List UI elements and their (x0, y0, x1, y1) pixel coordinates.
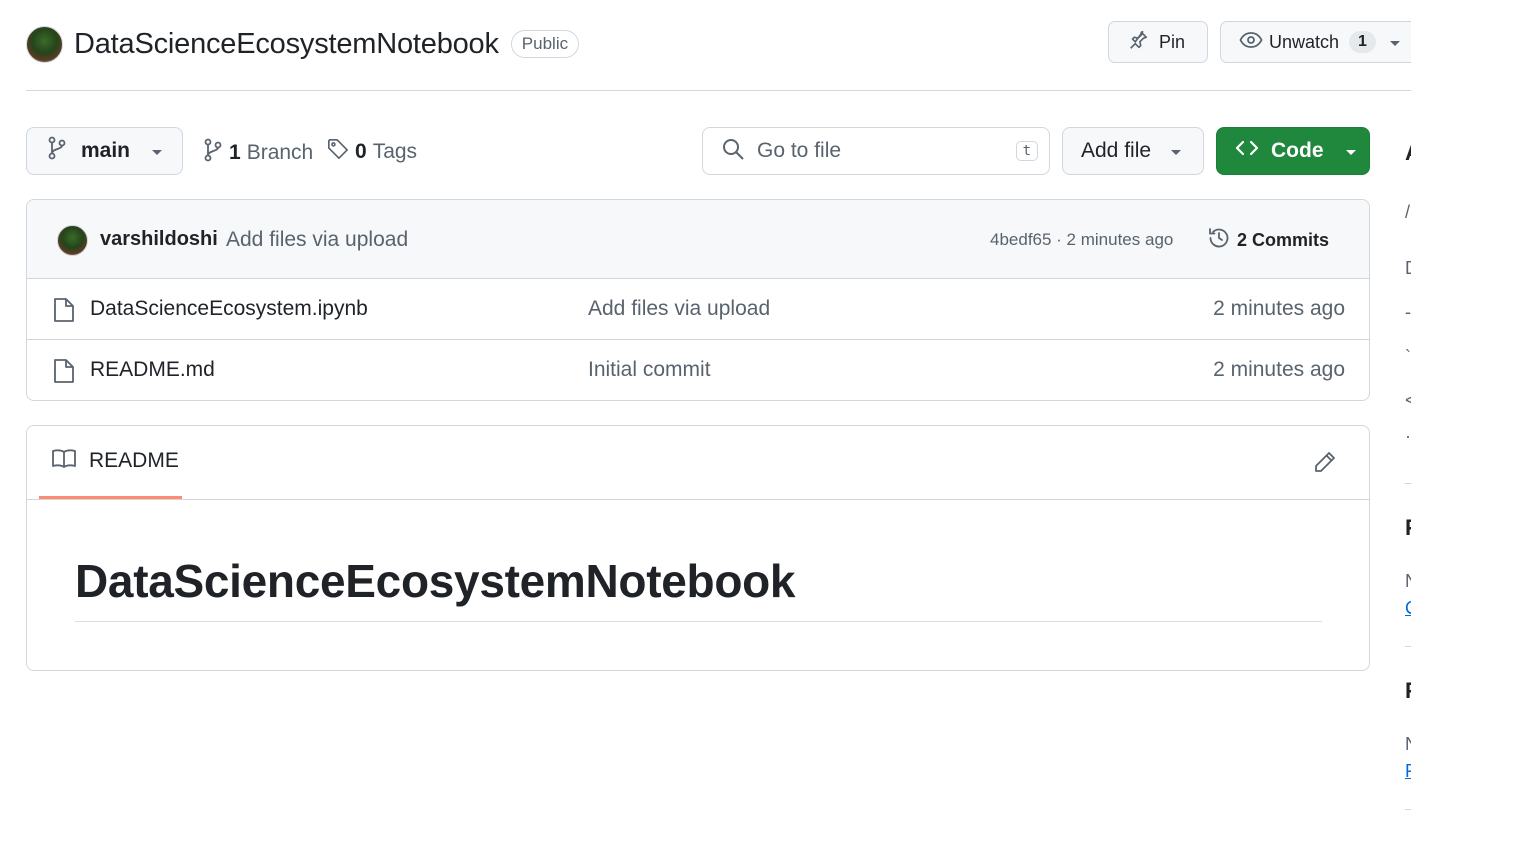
search-icon (721, 137, 745, 166)
eye-icon (1239, 31, 1263, 54)
file-icon (53, 358, 75, 389)
file-icon (53, 297, 75, 328)
commits-history-link[interactable]: 2 Commits (1207, 226, 1329, 255)
branches-link[interactable]: 1 Branch (203, 138, 313, 168)
visibility-badge: Public (510, 30, 580, 58)
chevron-down-icon (1169, 139, 1183, 163)
pin-label: Pin (1159, 31, 1186, 52)
search-placeholder: Go to file (757, 139, 842, 162)
sidebar-link[interactable]: C (1405, 598, 1411, 619)
pin-button[interactable]: Pin (1108, 21, 1208, 63)
git-branch-icon (47, 136, 67, 166)
branch-name: main (81, 139, 131, 162)
watch-counter: 1 (1349, 31, 1376, 53)
commit-author[interactable]: varshildoshi (100, 228, 218, 251)
sidebar-fragment: D (1405, 258, 1411, 279)
sidebar-fragment: F (1405, 515, 1411, 541)
commit-hash-time[interactable]: 4bedf65 · 2 minutes ago (990, 230, 1173, 250)
owner-avatar[interactable] (26, 25, 63, 63)
unwatch-label: Unwatch (1269, 31, 1340, 52)
table-row[interactable]: DataScienceEcosystem.ipynb Add files via… (27, 279, 1369, 340)
header-divider (26, 90, 1411, 91)
go-to-file-input[interactable]: Go to file t (702, 127, 1050, 175)
file-age: 2 minutes ago (1213, 358, 1345, 381)
add-file-label: Add file (1081, 139, 1152, 162)
file-age: 2 minutes ago (1213, 297, 1345, 320)
commit-message[interactable]: Add files via upload (226, 228, 408, 252)
repo-title[interactable]: DataScienceEcosystemNotebook (74, 28, 499, 61)
sidebar-fragment: / (1405, 202, 1411, 222)
sidebar-divider (1405, 483, 1411, 484)
sidebar-divider (1405, 646, 1411, 647)
sidebar-fragment: A (1405, 140, 1411, 166)
file-table: varshildoshi Add files via upload 4bedf6… (26, 199, 1370, 401)
pencil-icon[interactable] (1313, 450, 1337, 479)
add-file-button[interactable]: Add file (1062, 127, 1204, 175)
readme-heading: DataScienceEcosystemNotebook (75, 555, 796, 607)
branches-label: Branch (246, 141, 314, 164)
sidebar-fragment: · (1405, 426, 1411, 446)
readme-tab-label: README (89, 449, 179, 472)
sidebar-divider (1405, 809, 1411, 810)
pin-icon (1127, 29, 1149, 56)
book-icon (51, 448, 77, 475)
unwatch-button[interactable]: Unwatch 1 (1220, 21, 1411, 63)
tags-label: Tags (372, 140, 418, 163)
file-commit-message[interactable]: Initial commit (588, 358, 711, 382)
branch-selector[interactable]: main (26, 127, 183, 175)
repo-header: DataScienceEcosystemNotebook Public (26, 22, 580, 66)
tags-count: 0 (355, 140, 367, 163)
git-branch-icon (203, 138, 223, 168)
file-name[interactable]: DataScienceEcosystem.ipynb (90, 297, 368, 321)
table-row[interactable]: README.md Initial commit 2 minutes ago (27, 340, 1369, 400)
file-commit-message[interactable]: Add files via upload (588, 297, 770, 321)
file-name[interactable]: README.md (90, 358, 215, 382)
code-icon (1235, 138, 1259, 164)
tags-link[interactable]: 0 Tags (327, 138, 417, 166)
readme-tabbar: README (27, 426, 1369, 500)
sidebar-fragment: N (1405, 734, 1411, 755)
history-icon (1207, 226, 1231, 255)
sidebar-link[interactable]: F (1405, 761, 1411, 782)
chevron-down-icon[interactable] (1388, 32, 1402, 53)
sidebar-fragment: N (1405, 571, 1411, 592)
page: DataScienceEcosystemNotebook Public Pin … (0, 0, 1411, 844)
code-button[interactable]: Code (1216, 127, 1370, 175)
readme-panel: README DataScienceEcosystemNotebook (26, 425, 1370, 671)
commits-label: 2 Commits (1237, 230, 1330, 250)
sidebar-fragment: - (1405, 302, 1411, 322)
sidebar-fragment: < (1405, 390, 1411, 410)
sidebar-fragment: ` (1405, 347, 1411, 367)
chevron-down-icon (1344, 139, 1358, 163)
latest-commit-row: varshildoshi Add files via upload 4bedf6… (27, 200, 1369, 279)
chevron-down-icon (150, 139, 164, 163)
author-avatar[interactable] (57, 225, 88, 256)
sidebar-fragment: F (1405, 678, 1411, 704)
shortcut-hint: t (1015, 141, 1038, 161)
heading-divider (75, 621, 1322, 622)
tab-readme[interactable]: README (39, 426, 182, 499)
code-label: Code (1271, 139, 1324, 162)
tag-icon (327, 138, 349, 166)
branches-count: 1 (229, 141, 241, 164)
